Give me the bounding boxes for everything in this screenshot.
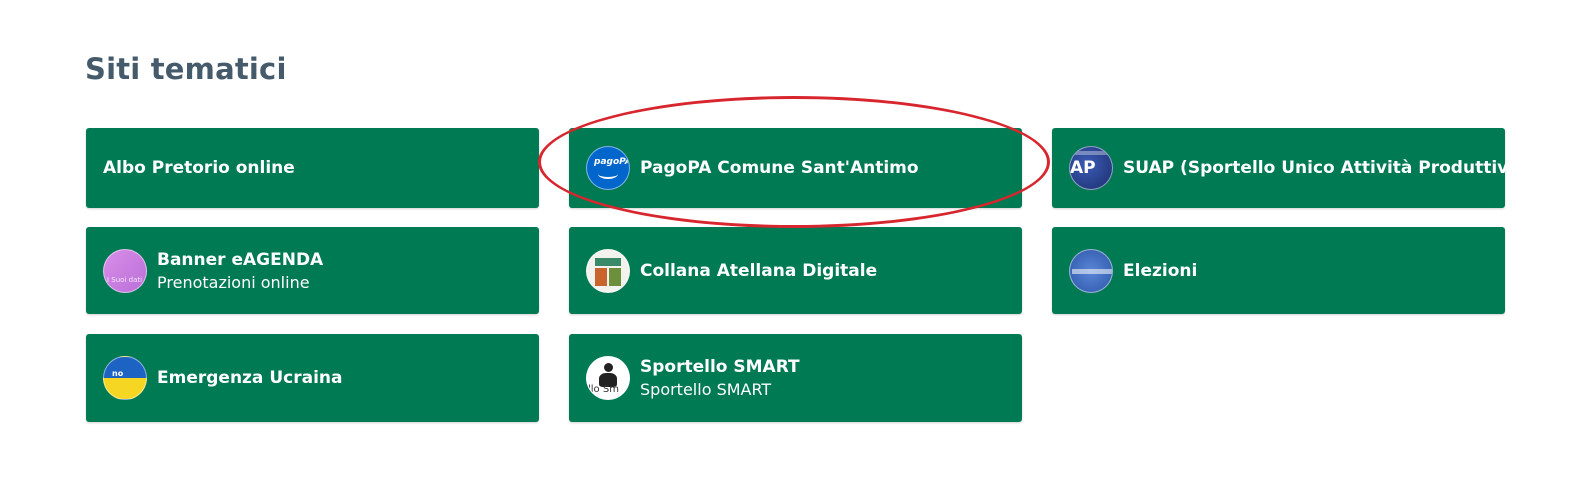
card-elezioni[interactable]: Elezioni xyxy=(1052,227,1505,314)
card-subtitle: Sportello SMART xyxy=(640,380,772,399)
card-title: Banner eAGENDA xyxy=(157,249,324,270)
section-title: Siti tematici xyxy=(85,52,287,86)
collana-logo-icon xyxy=(586,248,630,293)
eagenda-logo-icon: I Suoi dati xyxy=(103,248,147,293)
elezioni-logo-icon xyxy=(1069,248,1113,293)
pagopa-logo-icon: pagoPA xyxy=(586,146,630,190)
card-title: Sportello SMART xyxy=(640,357,800,377)
card-sportello-smart[interactable]: llo Sm Sportello SMART Sportello SMART xyxy=(569,334,1022,422)
suap-logo-icon: AP xyxy=(1069,146,1113,190)
sportello-smart-logo-icon: llo Sm xyxy=(586,356,630,400)
card-subtitle: Prenotazioni online xyxy=(157,272,310,292)
card-title: Elezioni xyxy=(1123,260,1198,281)
ucraina-flag-icon: no xyxy=(103,356,147,400)
card-suap[interactable]: AP SUAP (Sportello Unico Attività Produt… xyxy=(1052,128,1528,208)
card-emergenza-ucraina[interactable]: no Emergenza Ucraina xyxy=(86,334,539,422)
card-title: Emergenza Ucraina xyxy=(157,368,343,388)
card-title: SUAP (Sportello Unico Attività Produttiv… xyxy=(1123,158,1528,178)
card-title: Collana Atellana Digitale xyxy=(640,260,878,281)
card-collana-atellana[interactable]: Collana Atellana Digitale xyxy=(569,227,1022,314)
card-title: PagoPA Comune Sant'Antimo xyxy=(640,158,919,178)
card-albo-pretorio[interactable]: Albo Pretorio online xyxy=(86,128,539,208)
card-pagopa[interactable]: pagoPA PagoPA Comune Sant'Antimo xyxy=(569,128,1022,208)
card-title: Albo Pretorio online xyxy=(103,158,295,178)
card-banner-eagenda[interactable]: I Suoi dati Banner eAGENDA Prenotazioni … xyxy=(86,227,539,314)
